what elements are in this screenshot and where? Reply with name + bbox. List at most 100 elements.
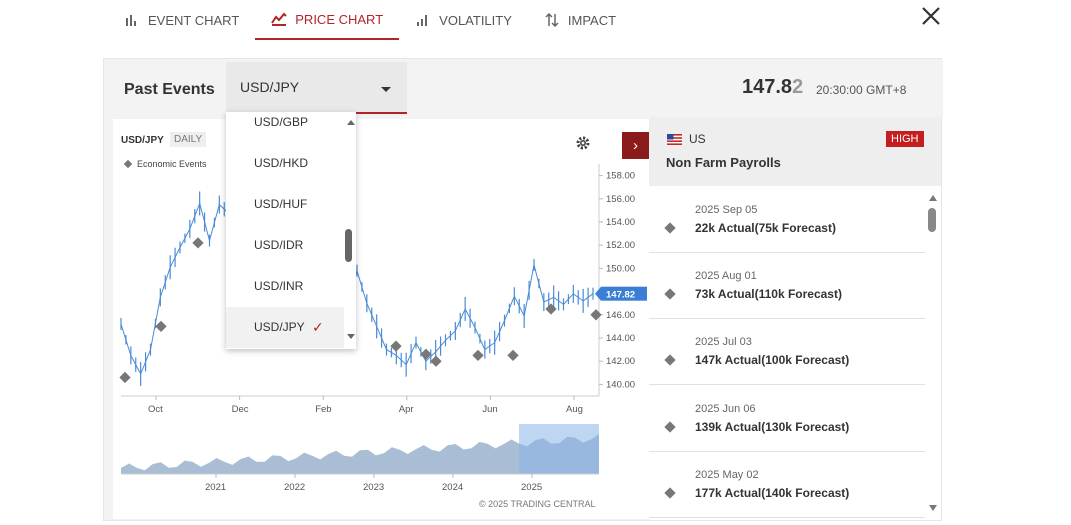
history-row[interactable]: 2025 May 02 177k Actual(140k Forecast) (649, 452, 925, 518)
history-row[interactable]: 2025 Jul 03 147k Actual(100k Forecast) (649, 319, 925, 385)
history-date: 2025 Aug 01 (695, 270, 757, 282)
history-row[interactable]: 2025 Aug 01 73k Actual(110k Forecast) (649, 253, 925, 319)
scroll-up-icon[interactable] (929, 195, 937, 201)
history-value: 22k Actual(75k Forecast) (695, 221, 836, 235)
y-tick-label: 154.00 (606, 217, 635, 228)
checkmark-icon: ✓ (312, 319, 324, 335)
event-history-list: 2025 Sep 05 22k Actual(75k Forecast) 202… (649, 187, 925, 520)
event-marker (590, 309, 602, 321)
dropdown-item-usd-inr[interactable]: USD/INR (226, 266, 344, 307)
symbol-select-value: USD/JPY (240, 79, 300, 95)
tab-event-chart[interactable]: EVENT CHART (108, 0, 255, 40)
overview-tick-label: 2023 (363, 482, 384, 493)
scroll-down-icon[interactable] (347, 334, 355, 339)
tab-volatility-label: VOLATILITY (439, 12, 512, 28)
event-marker (545, 303, 557, 315)
price-last-digit: 2 (792, 76, 804, 98)
history-scrollbar[interactable] (925, 187, 941, 520)
chart-canvas: 158.00156.00154.00152.00150.00148.00146.… (119, 164, 647, 493)
chart-tabs: EVENT CHART PRICE CHART VOLATILITY IMPAC… (108, 0, 632, 42)
event-marker (192, 237, 204, 249)
tab-impact[interactable]: IMPACT (528, 0, 632, 40)
event-header: US Non Farm Payrolls HIGH (649, 117, 941, 186)
diamond-icon (664, 222, 676, 234)
close-icon[interactable] (920, 5, 942, 27)
dropdown-item-usd-jpy-label: USD/JPY (254, 320, 305, 334)
event-marker (119, 371, 131, 384)
event-history-panel: US Non Farm Payrolls HIGH 2025 Sep 05 22… (649, 117, 941, 520)
price-tag-pointer (595, 286, 601, 301)
history-value: 177k Actual(140k Forecast) (695, 486, 850, 500)
tab-impact-label: IMPACT (567, 12, 617, 28)
y-tick-label: 150.00 (606, 263, 635, 274)
page-title: Past Events (124, 81, 215, 98)
diamond-icon (664, 354, 676, 366)
x-tick-label: Oct (148, 404, 163, 415)
dropdown-scrollbar[interactable] (344, 112, 356, 349)
event-marker (420, 348, 432, 360)
scroll-down-icon[interactable] (929, 505, 937, 511)
tab-price-chart[interactable]: PRICE CHART (255, 0, 400, 40)
diamond-icon (664, 421, 676, 433)
y-tick-label: 140.00 (606, 379, 635, 390)
y-tick-label: 144.00 (606, 333, 635, 344)
overview-tick-label: 2021 (205, 482, 226, 493)
impact-badge: HIGH (886, 131, 924, 147)
y-tick-label: 146.00 (606, 310, 635, 321)
copyright: © 2025 TRADING CENTRAL (479, 499, 596, 509)
dropdown-item-usd-idr[interactable]: USD/IDR (226, 225, 344, 266)
history-date: 2025 Jun 06 (695, 403, 756, 415)
price-time: 20:30:00 GMT+8 (816, 83, 907, 97)
history-row[interactable]: 2025 Jun 06 139k Actual(130k Forecast) (649, 386, 925, 452)
scroll-thumb[interactable] (928, 208, 936, 232)
x-tick-label: Apr (399, 404, 414, 415)
impact-arrows-icon (545, 12, 559, 28)
tab-volatility[interactable]: VOLATILITY (399, 0, 528, 40)
y-tick-label: 158.00 (606, 171, 635, 182)
panel-header: Past Events USD/JPY 147.82 20:30:00 GMT+… (104, 59, 943, 119)
event-marker (472, 349, 484, 362)
event-marker (430, 355, 442, 367)
x-tick-label: Aug (566, 404, 583, 415)
y-tick-label: 142.00 (606, 356, 635, 367)
event-marker (507, 349, 519, 362)
scroll-up-icon[interactable] (347, 120, 355, 125)
tab-price-chart-label: PRICE CHART (295, 11, 384, 27)
price-chart[interactable]: USD/JPY DAILY Economic Events › 158.00 15… (113, 119, 649, 519)
diamond-icon (664, 487, 676, 499)
chevron-down-icon (381, 87, 391, 92)
price-line (120, 185, 594, 376)
dropdown-item-usd-hkd[interactable]: USD/HKD (226, 143, 344, 184)
history-date: 2025 Sep 05 (695, 204, 758, 216)
event-country: US (689, 132, 706, 146)
event-name: Non Farm Payrolls (666, 155, 781, 170)
overview-tick-label: 2022 (284, 482, 305, 493)
history-value: 139k Actual(130k Forecast) (695, 420, 850, 434)
symbol-dropdown: USD/GBP USD/HKD USD/HUF USD/IDR USD/INR … (226, 112, 356, 349)
diamond-icon (664, 288, 676, 300)
overview-tick-label: 2024 (442, 482, 463, 493)
tab-event-chart-label: EVENT CHART (148, 12, 240, 28)
event-marker (155, 320, 167, 333)
history-date: 2025 May 02 (695, 469, 759, 481)
y-tick-label: 156.00 (606, 194, 635, 205)
us-flag-icon (667, 134, 682, 145)
x-tick-label: Dec (232, 404, 249, 415)
symbol-select[interactable]: USD/JPY (226, 62, 407, 114)
event-marker (390, 340, 402, 352)
y-tick-label: 152.00 (606, 240, 635, 251)
overview-tick-label: 2025 (521, 482, 542, 493)
bar-chart-icon (126, 15, 136, 26)
history-value: 147k Actual(100k Forecast) (695, 353, 850, 367)
dropdown-item-usd-gbp[interactable]: USD/GBP (226, 112, 344, 143)
x-tick-label: Feb (315, 404, 331, 415)
dropdown-item-usd-huf[interactable]: USD/HUF (226, 184, 344, 225)
scroll-thumb[interactable] (345, 229, 352, 262)
dropdown-item-usd-jpy[interactable]: USD/JPY ✓ (226, 307, 344, 348)
history-value: 73k Actual(110k Forecast) (695, 287, 842, 301)
price-main: 147.8 (742, 76, 793, 98)
volatility-icon (417, 15, 428, 26)
current-price: 147.82 (742, 76, 803, 99)
overview-selection (519, 424, 599, 474)
history-row[interactable]: 2025 Sep 05 22k Actual(75k Forecast) (649, 187, 925, 253)
